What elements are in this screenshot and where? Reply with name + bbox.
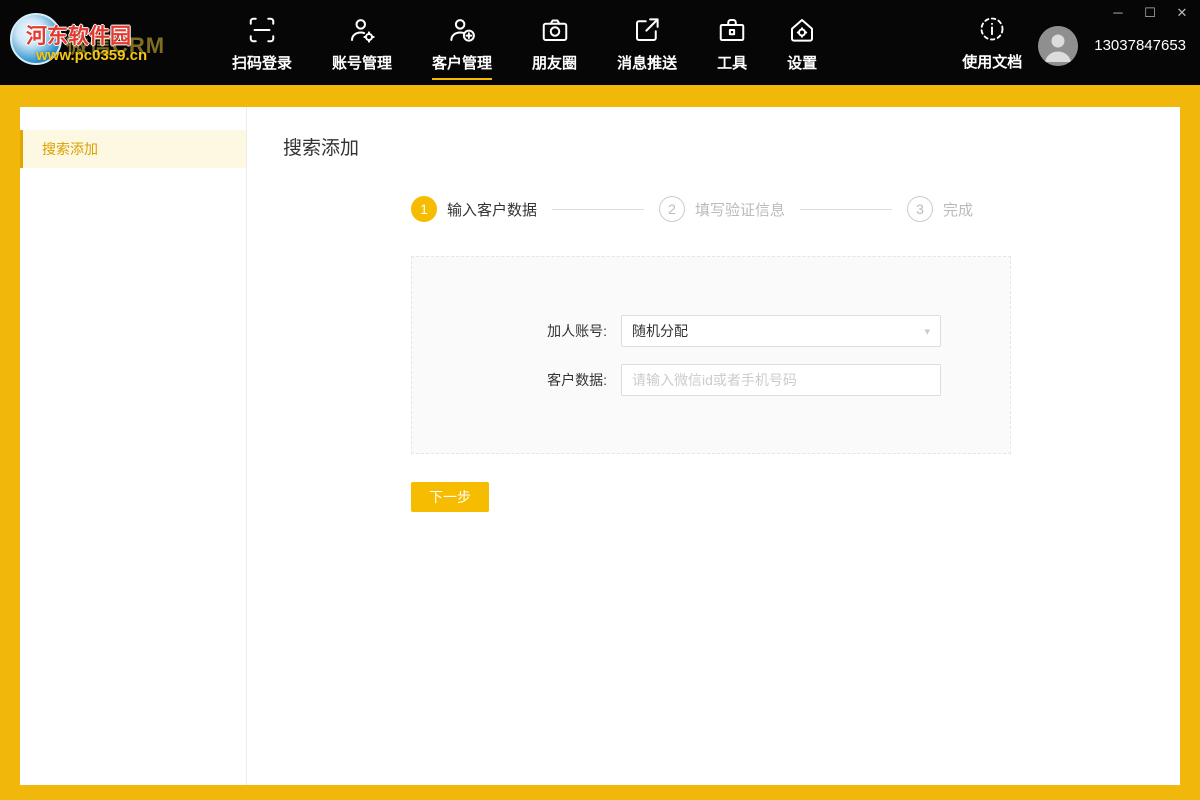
camera-icon xyxy=(540,15,570,45)
step-label: 输入客户数据 xyxy=(447,199,537,220)
form-row-join-account: 加人账号: 随机分配 ▾ xyxy=(525,315,1010,347)
step-number: 1 xyxy=(411,196,437,222)
join-account-select[interactable]: 随机分配 ▾ xyxy=(621,315,941,347)
window-controls: ─ ☐ ✕ xyxy=(1110,5,1190,21)
step-2-fill-verification: 2 填写验证信息 xyxy=(659,196,785,222)
nav-label: 账号管理 xyxy=(332,52,392,80)
step-label: 完成 xyxy=(943,199,973,220)
nav-label: 消息推送 xyxy=(617,52,677,80)
step-number: 2 xyxy=(659,196,685,222)
chevron-down-icon: ▾ xyxy=(924,325,930,338)
step-3-finish: 3 完成 xyxy=(907,196,973,222)
nav-item-customer-management[interactable]: 客户管理 xyxy=(412,15,512,85)
info-icon xyxy=(978,15,1006,43)
docs-button[interactable]: 使用文档 xyxy=(962,15,1022,72)
nav-item-scan-login[interactable]: 扫码登录 xyxy=(212,15,312,85)
step-label: 填写验证信息 xyxy=(695,199,785,220)
form-row-customer-data: 客户数据: xyxy=(525,364,1010,396)
customer-data-label: 客户数据: xyxy=(525,370,607,390)
share-arrow-icon xyxy=(632,15,662,45)
join-account-label: 加人账号: xyxy=(525,321,607,341)
step-1-enter-customer-data: 1 输入客户数据 xyxy=(411,196,537,222)
watermark-text: 河东软件园 xyxy=(26,20,131,50)
app-window: 微信CRM 河东软件园 www.pc0359.cn 扫码登录 xyxy=(0,0,1200,800)
maximize-button[interactable]: ☐ xyxy=(1142,5,1158,21)
qr-scan-icon xyxy=(247,15,277,45)
sidebar: 搜索添加 xyxy=(20,107,247,785)
nav-item-account-management[interactable]: 账号管理 xyxy=(312,15,412,85)
nav-item-tools[interactable]: 工具 xyxy=(697,15,767,85)
sidebar-item-search-add[interactable]: 搜索添加 xyxy=(20,130,246,168)
nav-item-settings[interactable]: 设置 xyxy=(767,15,837,85)
home-gear-icon xyxy=(787,15,817,45)
topbar: 微信CRM 河东软件园 www.pc0359.cn 扫码登录 xyxy=(0,0,1200,85)
nav-label: 设置 xyxy=(787,52,817,80)
nav-item-moments[interactable]: 朋友圈 xyxy=(512,15,597,85)
content-panel: 搜索添加 搜索添加 1 输入客户数据 2 填写验证信息 3 xyxy=(20,107,1180,785)
page-title: 搜索添加 xyxy=(283,133,1180,160)
customer-data-input[interactable] xyxy=(621,364,941,396)
close-button[interactable]: ✕ xyxy=(1174,5,1190,21)
main-content: 搜索添加 1 输入客户数据 2 填写验证信息 3 完成 xyxy=(247,107,1180,785)
toolbox-icon xyxy=(717,15,747,45)
step-connector xyxy=(800,209,892,210)
join-account-selected-value: 随机分配 xyxy=(632,321,688,341)
step-connector xyxy=(552,209,644,210)
page-background: 搜索添加 搜索添加 1 输入客户数据 2 填写验证信息 3 xyxy=(0,85,1200,800)
user-plus-icon xyxy=(447,15,477,45)
nav-label: 客户管理 xyxy=(432,52,492,80)
watermark-url: www.pc0359.cn xyxy=(36,47,147,64)
stepper: 1 输入客户数据 2 填写验证信息 3 完成 xyxy=(411,196,1180,222)
avatar[interactable] xyxy=(1038,26,1078,66)
next-step-button[interactable]: 下一步 xyxy=(411,482,489,512)
account-phone-number: 13037847653 xyxy=(1094,37,1186,54)
app-logo: 微信CRM 河东软件园 www.pc0359.cn xyxy=(0,0,212,85)
user-gear-icon xyxy=(347,15,377,45)
search-add-form: 加人账号: 随机分配 ▾ 客户数据: xyxy=(411,256,1011,454)
minimize-button[interactable]: ─ xyxy=(1110,5,1126,21)
step-number: 3 xyxy=(907,196,933,222)
docs-label: 使用文档 xyxy=(962,51,1022,72)
nav-label: 朋友圈 xyxy=(532,52,577,80)
nav-item-message-push[interactable]: 消息推送 xyxy=(597,15,697,85)
nav-label: 工具 xyxy=(717,52,747,80)
nav-label: 扫码登录 xyxy=(232,52,292,80)
main-nav: 扫码登录 账号管理 xyxy=(212,0,837,85)
